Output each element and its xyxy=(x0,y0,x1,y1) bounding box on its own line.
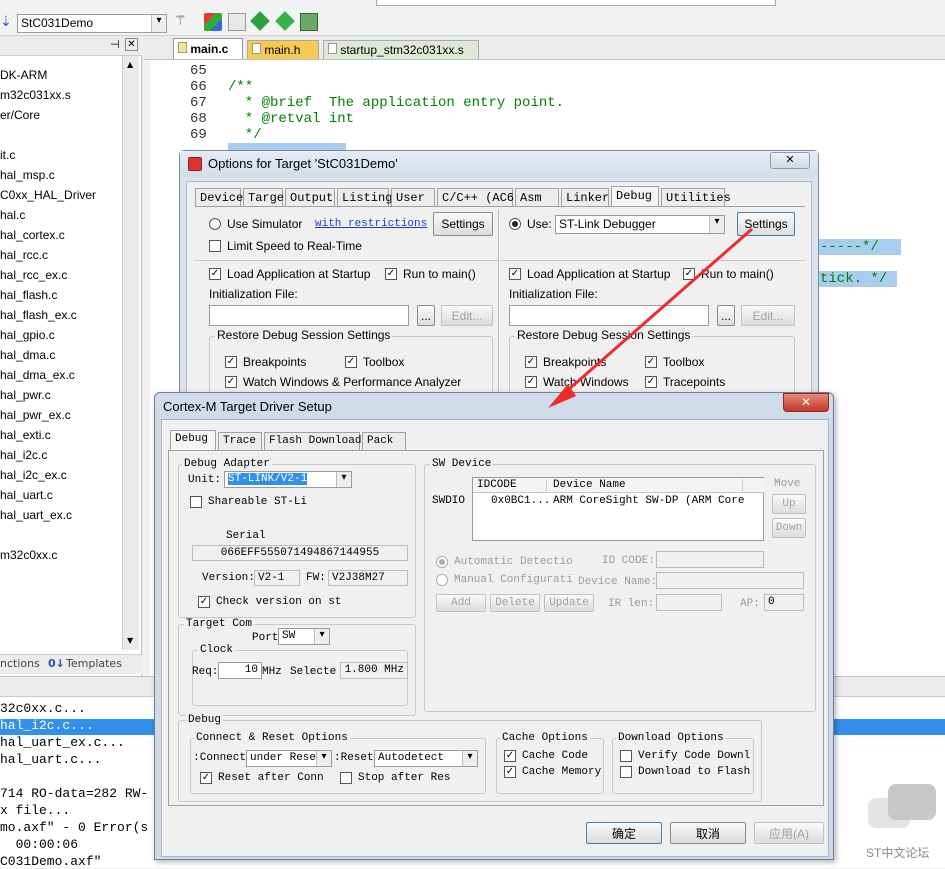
annotation-arrow xyxy=(548,227,753,408)
watermark: ST中文论坛 xyxy=(860,784,945,864)
chat-bubble-icon xyxy=(888,784,936,820)
watermark-text: ST中文论坛 xyxy=(866,846,930,860)
